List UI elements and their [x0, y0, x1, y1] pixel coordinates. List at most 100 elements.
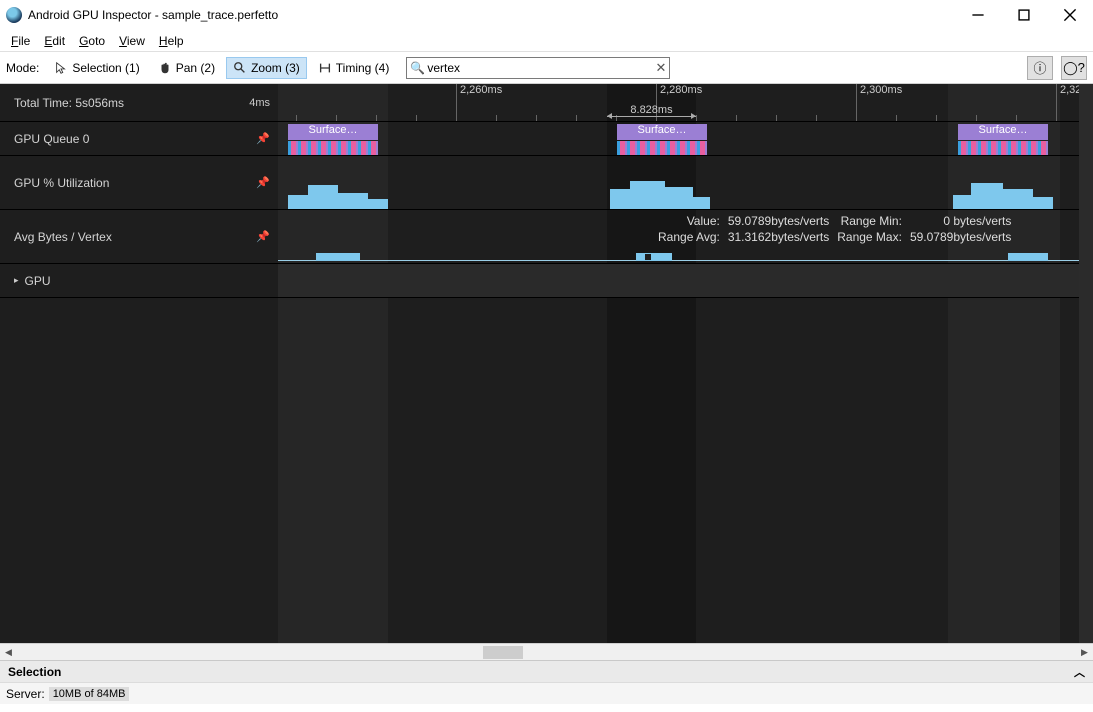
tooltip-range-avg: 31.3162bytes/verts	[728, 230, 829, 244]
window-title: Android GPU Inspector - sample_trace.per…	[28, 8, 955, 22]
app-icon	[6, 7, 22, 23]
menu-file[interactable]: File	[4, 32, 37, 50]
chevron-up-icon[interactable]: ︿	[1074, 664, 1085, 680]
toolbar: Mode: Selection (1) Pan (2) Zoom (3) Tim…	[0, 52, 1093, 84]
queue-bars	[617, 141, 707, 155]
value-tooltip: Value: 59.0789bytes/verts Range Min: 0 b…	[658, 214, 1011, 244]
queue-bars	[288, 141, 378, 155]
track-label-util: GPU % Utilization	[14, 176, 109, 190]
bytes-bar	[1008, 253, 1048, 261]
tick-minor	[816, 115, 817, 121]
server-label: Server:	[6, 687, 45, 701]
question-icon: ◯?	[1063, 60, 1085, 76]
tick-minor	[736, 115, 737, 121]
surface-block[interactable]: Surface…	[617, 124, 707, 140]
title-bar: Android GPU Inspector - sample_trace.per…	[0, 0, 1093, 30]
tick-minor	[416, 115, 417, 121]
tick-minor	[696, 115, 697, 121]
track-label-queue: GPU Queue 0	[14, 132, 89, 146]
tick-minor	[976, 115, 977, 121]
bytes-bar	[636, 253, 672, 261]
tick-minor	[536, 115, 537, 121]
tick-major: 2,32	[1056, 84, 1081, 121]
mode-pan-button[interactable]: Pan (2)	[151, 57, 222, 79]
range-duration-label: 8.828ms	[607, 104, 696, 116]
tooltip-range-min-label: Range Min:	[837, 214, 902, 228]
queue-bars	[958, 141, 1048, 155]
vertical-scrollbar[interactable]	[1079, 84, 1093, 643]
menu-edit[interactable]: Edit	[37, 32, 72, 50]
track-queue[interactable]: Surface… Surface… Surface…	[278, 122, 1079, 156]
time-ruler[interactable]: 2,260ms 2,280ms 2,300ms 2,32	[278, 84, 1079, 122]
tick-minor	[376, 115, 377, 121]
selection-title: Selection	[8, 665, 61, 679]
tick-minor	[576, 115, 577, 121]
bytes-bar	[316, 253, 360, 261]
total-time-header: Total Time: 5s056ms 4ms	[0, 84, 278, 122]
mode-label: Mode:	[6, 61, 39, 75]
mode-pan-label: Pan (2)	[176, 61, 215, 75]
mode-timing-label: Timing (4)	[336, 61, 390, 75]
scroll-right-icon[interactable]: ▶	[1076, 644, 1093, 661]
pin-icon[interactable]: 📌	[256, 132, 270, 145]
search-input[interactable]	[406, 57, 670, 79]
tick-minor	[936, 115, 937, 121]
selection-panel-header[interactable]: Selection ︿	[0, 660, 1093, 682]
tooltip-value: 59.0789bytes/verts	[728, 214, 829, 228]
surface-block[interactable]: Surface…	[958, 124, 1048, 140]
left-edge-time: 4ms	[249, 97, 270, 109]
track-label-bytes: Avg Bytes / Vertex	[14, 230, 112, 244]
total-time-label: Total Time: 5s056ms	[14, 96, 124, 110]
tick-minor	[896, 115, 897, 121]
server-memory: 10MB of 84MB	[49, 687, 130, 701]
track-header-gpu[interactable]: ▸ GPU	[0, 264, 278, 298]
search-icon: 🔍	[410, 61, 425, 75]
track-label-gpu: GPU	[25, 274, 270, 288]
menu-goto[interactable]: Goto	[72, 32, 112, 50]
track-data[interactable]: 2,260ms 2,280ms 2,300ms 2,32	[278, 84, 1079, 643]
help-button[interactable]: ◯?	[1061, 56, 1087, 80]
close-button[interactable]	[1047, 0, 1093, 30]
horizontal-scrollbar[interactable]: ◀ ▶	[0, 643, 1093, 660]
minimize-button[interactable]	[955, 0, 1001, 30]
tick-minor	[496, 115, 497, 121]
menu-bar: File Edit Goto View Help	[0, 30, 1093, 52]
status-bar: Server: 10MB of 84MB	[0, 682, 1093, 704]
tooltip-range-max-label: Range Max:	[837, 230, 902, 244]
pin-icon[interactable]: 📌	[256, 176, 270, 189]
surface-block[interactable]: Surface…	[288, 124, 378, 140]
tooltip-range-max: 59.0789bytes/verts	[910, 230, 1011, 244]
track-header-util[interactable]: GPU % Utilization 📌	[0, 156, 278, 210]
search-box: 🔍 ✕	[406, 57, 670, 79]
track-util[interactable]	[278, 156, 1079, 210]
hscroll-track[interactable]	[17, 644, 1076, 660]
cursor-icon	[54, 61, 68, 75]
tooltip-range-avg-label: Range Avg:	[658, 230, 720, 244]
search-clear-icon[interactable]: ✕	[655, 60, 666, 76]
menu-view[interactable]: View	[112, 32, 152, 50]
zoom-icon	[233, 61, 247, 75]
pin-icon[interactable]: 📌	[256, 230, 270, 243]
mode-zoom-button[interactable]: Zoom (3)	[226, 57, 307, 79]
hand-icon	[158, 61, 172, 75]
track-header-queue[interactable]: GPU Queue 0 📌	[0, 122, 278, 156]
timing-icon	[318, 61, 332, 75]
maximize-button[interactable]	[1001, 0, 1047, 30]
mode-selection-label: Selection (1)	[72, 61, 139, 75]
tick-minor	[1016, 115, 1017, 121]
menu-help[interactable]: Help	[152, 32, 191, 50]
track-bytes[interactable]: Value: 59.0789bytes/verts Range Min: 0 b…	[278, 210, 1079, 264]
track-gpu-collapsed[interactable]	[278, 264, 1079, 298]
trace-view[interactable]: Total Time: 5s056ms 4ms GPU Queue 0 📌 GP…	[0, 84, 1093, 643]
track-header-bytes[interactable]: Avg Bytes / Vertex 📌	[0, 210, 278, 264]
tick-minor	[336, 115, 337, 121]
tick-minor	[776, 115, 777, 121]
scroll-left-icon[interactable]: ◀	[0, 644, 17, 661]
mode-timing-button[interactable]: Timing (4)	[311, 57, 397, 79]
info-icon: ⓘ	[1033, 58, 1046, 77]
hscroll-thumb[interactable]	[483, 646, 523, 659]
mode-selection-button[interactable]: Selection (1)	[47, 57, 146, 79]
value-cursor[interactable]	[644, 253, 652, 261]
info-button[interactable]: ⓘ	[1027, 56, 1053, 80]
chevron-right-icon: ▸	[14, 275, 19, 286]
